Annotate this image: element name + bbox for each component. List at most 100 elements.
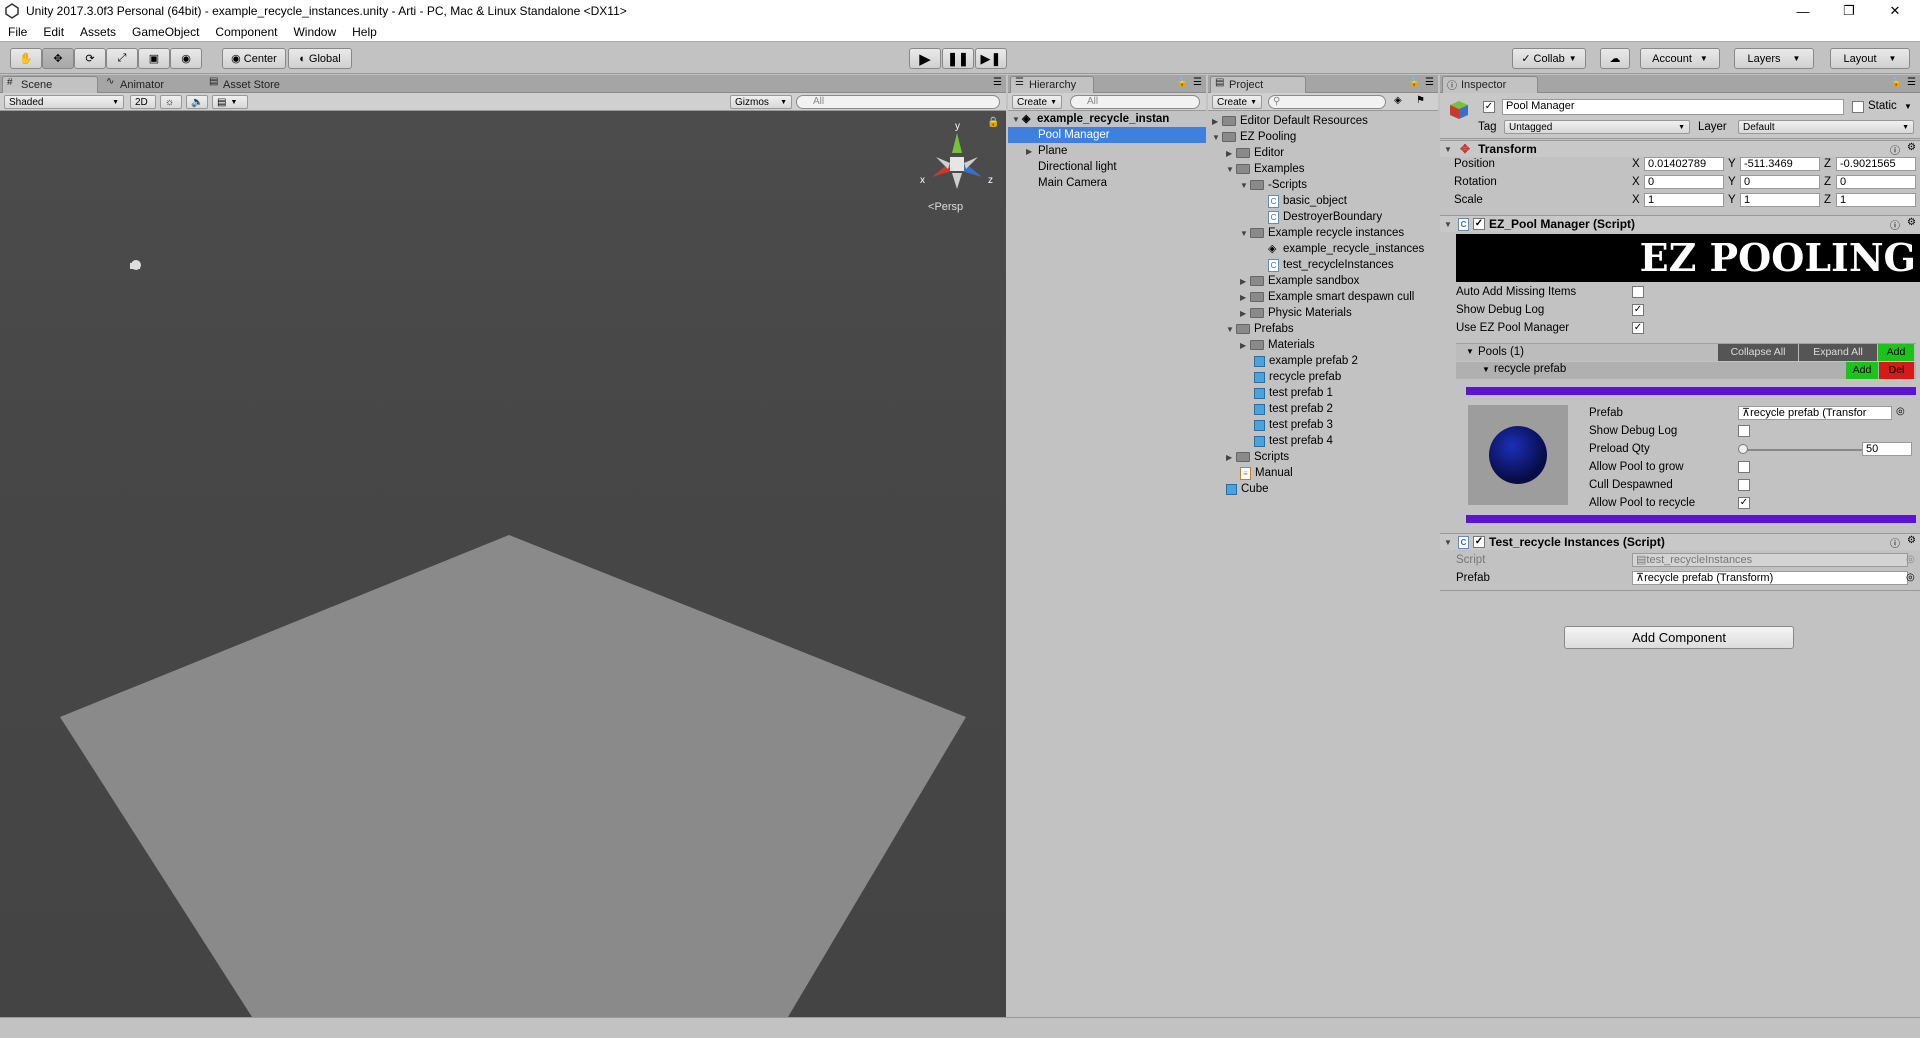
test-prefab-field[interactable]: ⊼recycle prefab (Transform) <box>1632 571 1908 585</box>
project-item[interactable]: ▶ Example smart despawn cull <box>1208 289 1438 305</box>
chevron-down-icon[interactable]: ▼ <box>1904 102 1912 111</box>
hierarchy-item-plane[interactable]: ▶ Plane <box>1008 143 1206 159</box>
scale-y-field[interactable]: 1 <box>1740 193 1820 207</box>
tab-inspector[interactable]: ⓘ Inspector <box>1442 76 1538 93</box>
2d-toggle[interactable]: 2D <box>130 95 156 109</box>
panel-menu-icon[interactable]: ☰ <box>1425 77 1434 88</box>
fold-open-icon[interactable]: ▼ <box>1012 115 1022 124</box>
auto-add-checkbox[interactable] <box>1632 286 1644 298</box>
step-button[interactable]: ▶❚ <box>975 48 1007 69</box>
gear-icon[interactable]: ⚙ <box>1907 217 1916 228</box>
fold-open-icon[interactable]: ▼ <box>1482 365 1490 374</box>
fold-closed-icon[interactable]: ▶ <box>1240 309 1250 318</box>
scale-x-field[interactable]: 1 <box>1644 193 1724 207</box>
add-component-button[interactable]: Add Component <box>1564 626 1794 649</box>
transform-header[interactable]: ▼ ✥ Transform ⓘ ⚙ <box>1440 140 1920 157</box>
position-z-field[interactable]: -0.9021565 <box>1836 157 1916 171</box>
fold-closed-icon[interactable]: ▶ <box>1240 277 1250 286</box>
gear-icon[interactable]: ⚙ <box>1907 142 1916 153</box>
menu-gameobject[interactable]: GameObject <box>124 25 207 39</box>
scene-canvas[interactable] <box>0 111 1006 1017</box>
cloud-button[interactable]: ☁ <box>1600 48 1630 69</box>
scene-viewport[interactable]: y x z 🔒 <Persp <box>0 111 1006 1017</box>
project-item[interactable]: test prefab 1 <box>1208 385 1438 401</box>
project-item[interactable]: ▶ Editor <box>1208 145 1438 161</box>
fold-open-icon[interactable]: ▼ <box>1226 325 1236 334</box>
restore-button[interactable]: ❐ <box>1826 0 1872 22</box>
project-item[interactable]: ▼ Examples <box>1208 161 1438 177</box>
prefab-object-field[interactable]: ⊼recycle prefab (Transfor <box>1738 406 1892 420</box>
hierarchy-search-input[interactable]: All <box>1070 95 1200 109</box>
pool-manager-header[interactable]: ▼ C ✓ EZ_Pool Manager (Script) ⓘ ⚙ <box>1440 215 1920 232</box>
scene-root-row[interactable]: ▼ ◈ example_recycle_instan <box>1008 111 1206 127</box>
project-item[interactable]: ▼ EZ Pooling <box>1208 129 1438 145</box>
project-item[interactable]: test prefab 2 <box>1208 401 1438 417</box>
layout-dropdown[interactable]: Layout ▼ <box>1830 48 1910 69</box>
scene-search-input[interactable]: All <box>796 95 1000 109</box>
gear-icon[interactable]: ⚙ <box>1907 535 1916 546</box>
audio-toggle[interactable]: 🔈 <box>186 95 208 109</box>
hierarchy-item-directional-light[interactable]: Directional light <box>1008 159 1206 175</box>
fold-closed-icon[interactable]: ▶ <box>1240 341 1250 350</box>
project-item[interactable]: ≡ Manual <box>1208 465 1438 481</box>
pivot-global-button[interactable]: ◐ Global <box>288 48 352 69</box>
layers-dropdown[interactable]: Layers ▼ <box>1734 48 1814 69</box>
help-icon[interactable]: ⓘ <box>1890 142 1900 157</box>
scale-z-field[interactable]: 1 <box>1836 193 1916 207</box>
move-tool-button[interactable]: ✥ <box>42 48 74 69</box>
collapse-all-button[interactable]: Collapse All <box>1718 344 1798 361</box>
fold-open-icon[interactable]: ▼ <box>1466 347 1474 356</box>
project-item[interactable]: test prefab 4 <box>1208 433 1438 449</box>
rotation-y-field[interactable]: 0 <box>1740 175 1820 189</box>
lighting-toggle[interactable]: ☼ <box>160 95 182 109</box>
project-item[interactable]: ▶ Scripts <box>1208 449 1438 465</box>
help-icon[interactable]: ⓘ <box>1890 217 1900 232</box>
help-icon[interactable]: ⓘ <box>1890 535 1900 550</box>
tag-dropdown[interactable]: Untagged ▼ <box>1504 120 1690 134</box>
add-pool-button[interactable]: Add <box>1878 344 1914 361</box>
position-x-field[interactable]: 0.01402789 <box>1644 157 1724 171</box>
tab-scene[interactable]: # Scene <box>2 76 98 93</box>
filter-label-icon[interactable]: ⚑ <box>1416 95 1425 106</box>
add-item-button[interactable]: Add <box>1846 362 1878 379</box>
project-item[interactable]: Cbasic_object <box>1208 193 1438 209</box>
pool-manager-enabled-checkbox[interactable]: ✓ <box>1473 218 1485 230</box>
menu-file[interactable]: File <box>0 25 35 39</box>
transform-tool-button[interactable]: ◉ <box>170 48 202 69</box>
project-item[interactable]: ▶ Example sandbox <box>1208 273 1438 289</box>
project-item[interactable]: ▼ Example recycle instances <box>1208 225 1438 241</box>
fold-open-icon[interactable]: ▼ <box>1444 538 1454 547</box>
project-item[interactable]: C DestroyerBoundary <box>1208 209 1438 225</box>
pool-debug-checkbox[interactable] <box>1738 425 1750 437</box>
fold-open-icon[interactable]: ▼ <box>1240 229 1250 238</box>
preload-qty-field[interactable]: 50 <box>1862 442 1912 456</box>
object-picker-icon[interactable]: ◎ <box>1896 406 1905 417</box>
hierarchy-create-dropdown[interactable]: Create ▼ <box>1012 95 1062 109</box>
lock-icon[interactable]: 🔒 <box>1891 77 1902 88</box>
account-dropdown[interactable]: Account ▼ <box>1640 48 1720 69</box>
pause-button[interactable]: ❚❚ <box>942 48 974 69</box>
recycle-checkbox[interactable]: ✓ <box>1738 497 1750 509</box>
cull-checkbox[interactable] <box>1738 479 1750 491</box>
project-item[interactable]: test prefab 3 <box>1208 417 1438 433</box>
project-item[interactable]: ◈ example_recycle_instances <box>1208 241 1438 257</box>
layer-dropdown[interactable]: Default ▼ <box>1738 120 1914 134</box>
tab-animator[interactable]: ∿ Animator <box>102 76 202 93</box>
rotation-z-field[interactable]: 0 <box>1836 175 1916 189</box>
fold-open-icon[interactable]: ▼ <box>1444 220 1454 229</box>
delete-pool-button[interactable]: Del <box>1879 362 1914 379</box>
hand-tool-button[interactable]: ✋ <box>10 48 42 69</box>
lock-icon[interactable]: 🔒 <box>987 117 999 128</box>
menu-window[interactable]: Window <box>285 25 344 39</box>
project-item[interactable]: Cube <box>1208 481 1438 497</box>
project-item[interactable]: ▼ -Scripts <box>1208 177 1438 193</box>
fold-open-icon[interactable]: ▼ <box>1444 145 1454 154</box>
test-recycle-enabled-checkbox[interactable]: ✓ <box>1473 536 1485 548</box>
pivot-center-button[interactable]: ◉ Center <box>222 48 286 69</box>
fold-closed-icon[interactable]: ▶ <box>1240 293 1250 302</box>
tab-hierarchy[interactable]: ☰ Hierarchy <box>1010 76 1094 93</box>
panel-menu-icon[interactable]: ☰ <box>1193 77 1202 88</box>
fold-open-icon[interactable]: ▼ <box>1240 181 1250 190</box>
menu-component[interactable]: Component <box>207 25 285 39</box>
project-item[interactable]: recycle prefab <box>1208 369 1438 385</box>
